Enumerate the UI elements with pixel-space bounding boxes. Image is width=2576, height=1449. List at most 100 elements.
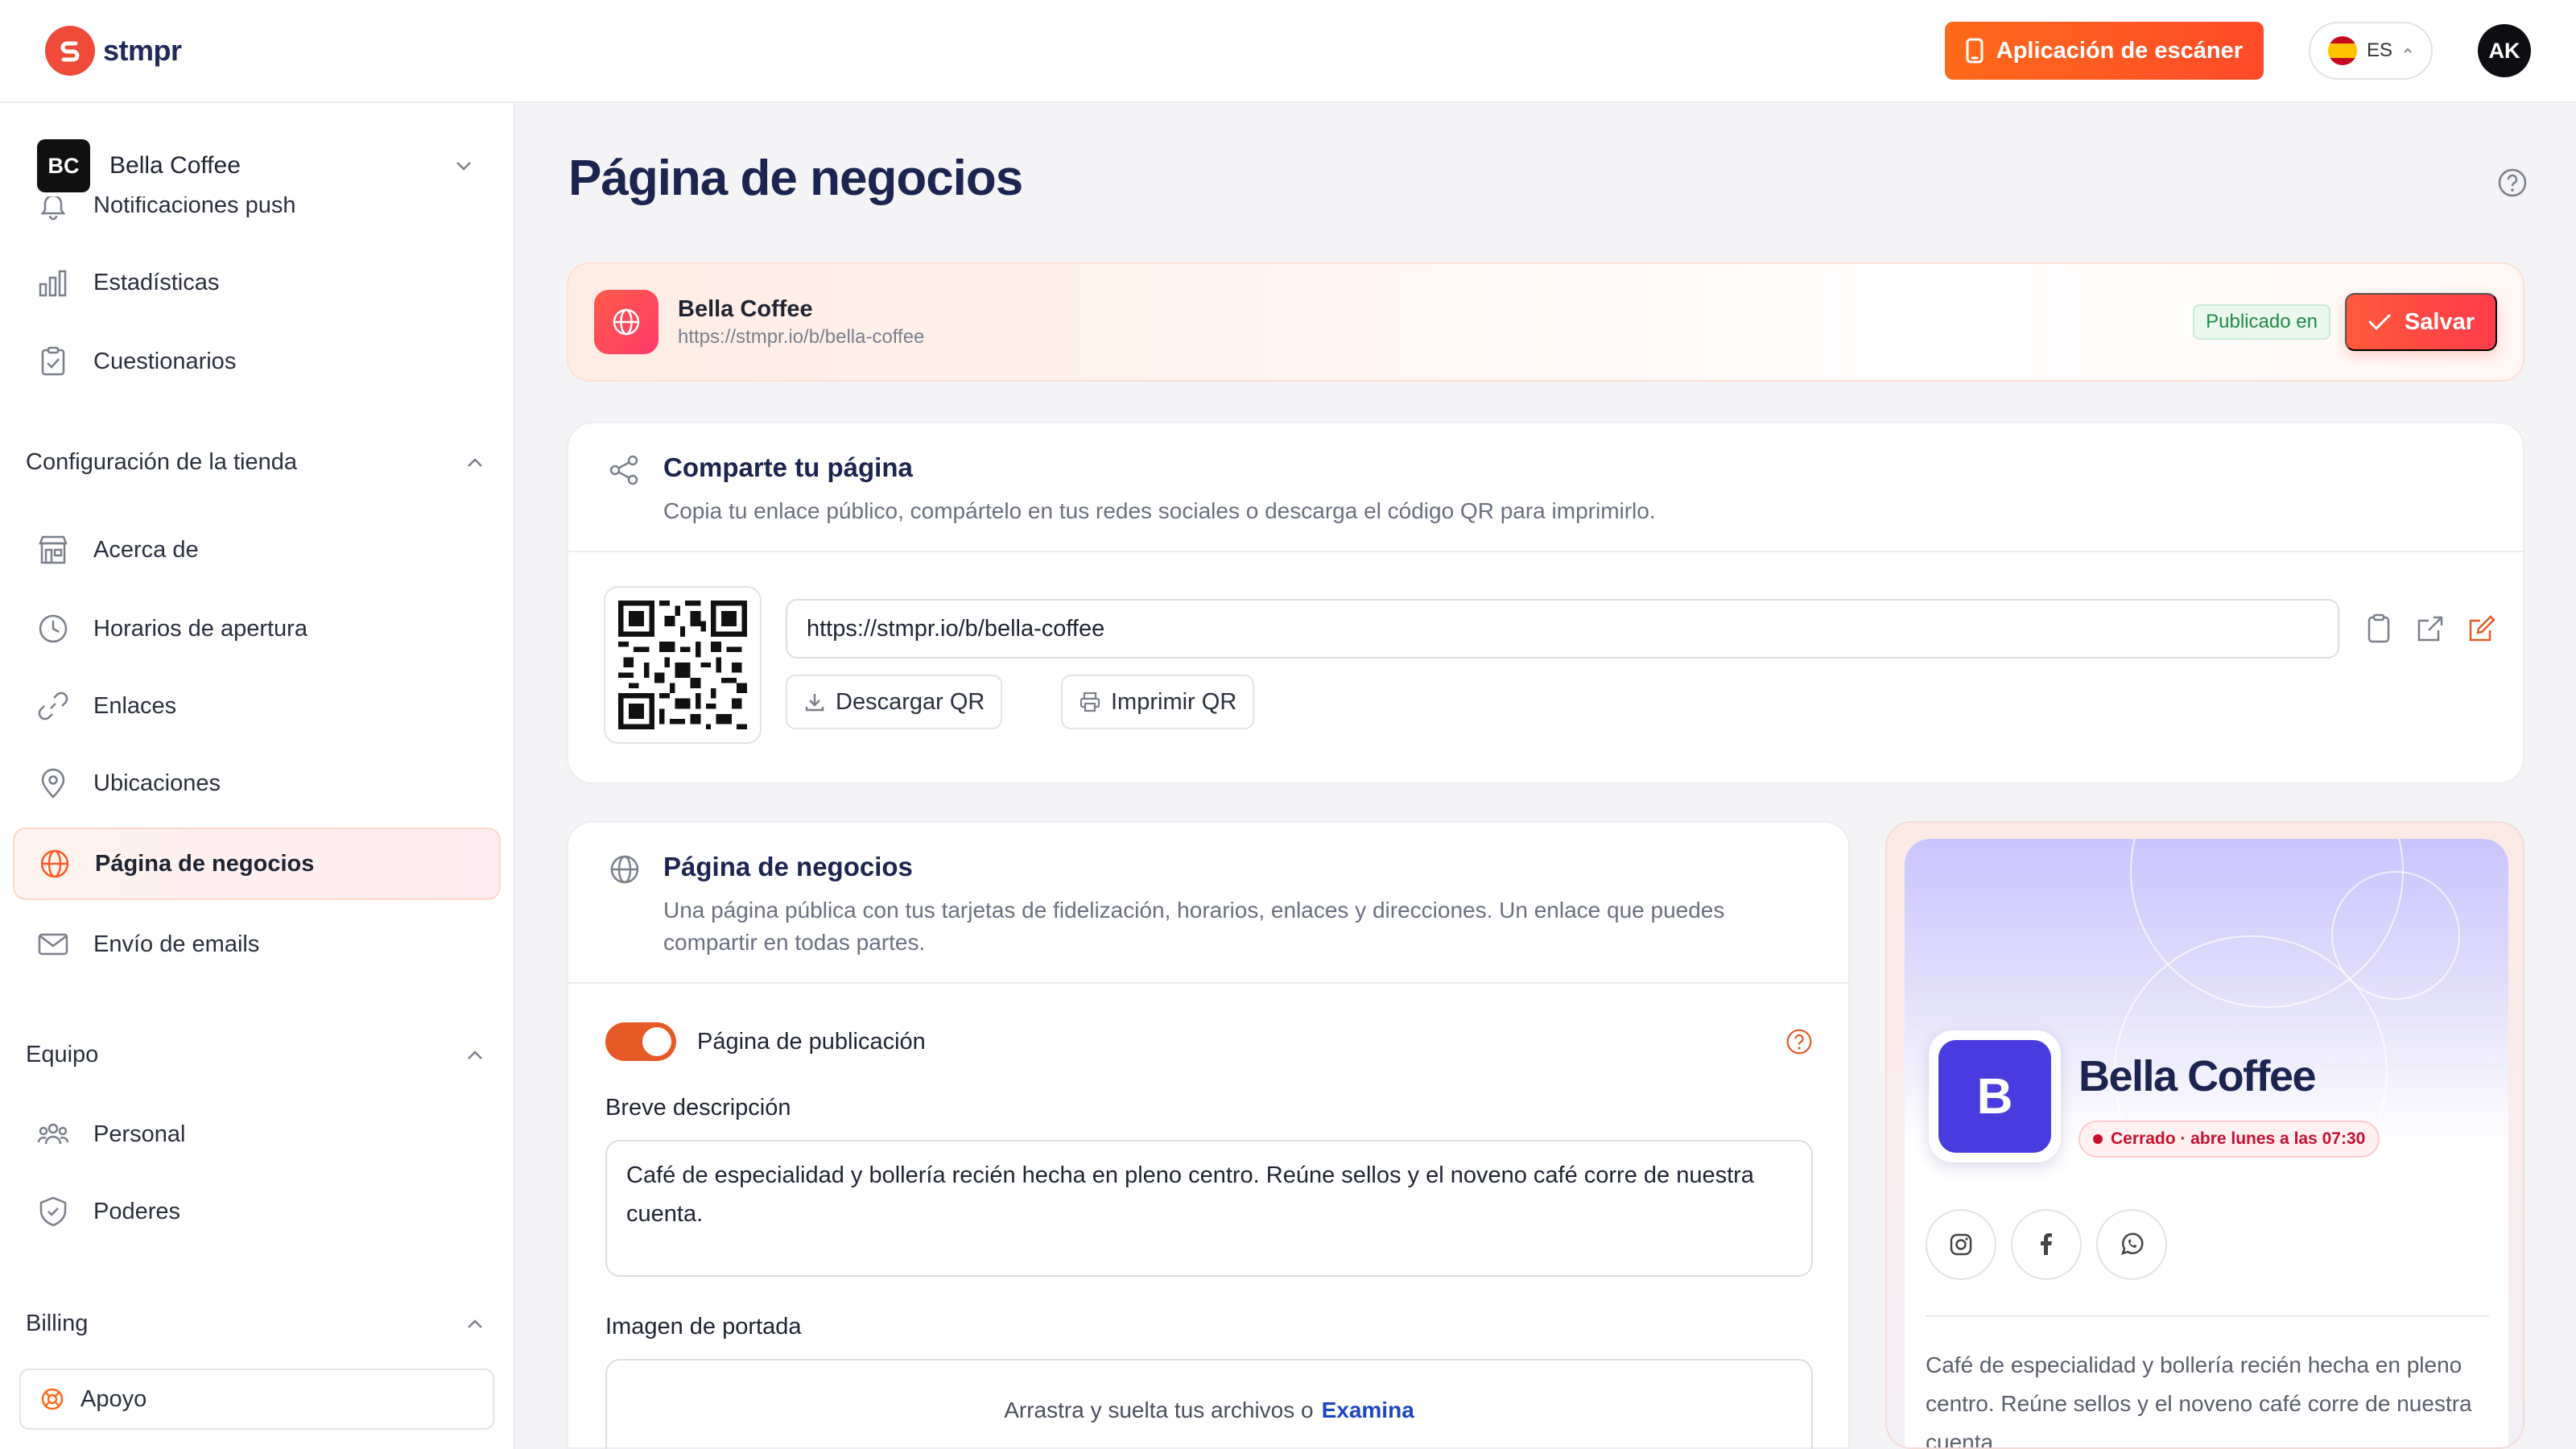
- dropzone-text: Arrastra y suelta tus archivos o: [1004, 1397, 1314, 1422]
- download-qr-label: Descargar QR: [836, 688, 985, 715]
- chevron-up-icon: [468, 1050, 482, 1059]
- sidebar-item-questionnaires[interactable]: Cuestionarios: [13, 325, 501, 398]
- sidebar-item-statistics[interactable]: Estadísticas: [13, 246, 501, 319]
- preview-status-badge: Cerrado · abre lunes a las 07:30: [2079, 1121, 2380, 1158]
- lifebuoy-icon: [41, 1388, 64, 1410]
- business-page-preview: B Bella Coffee Cerrado · abre lunes a la…: [1885, 821, 2524, 1449]
- whatsapp-icon[interactable]: [2096, 1209, 2167, 1280]
- cover-image-dropzone[interactable]: Arrastra y suelta tus archivos o Examina: [605, 1359, 1813, 1449]
- section-title: Billing: [26, 1311, 89, 1336]
- browse-link[interactable]: Examina: [1322, 1397, 1414, 1423]
- sidebar-item-label: Acerca de: [93, 536, 199, 563]
- copy-button[interactable]: [2360, 610, 2397, 647]
- facebook-icon[interactable]: [2011, 1209, 2082, 1280]
- preview-logo-letter: B: [1938, 1040, 2051, 1153]
- business-page-card: Página de negocios Una página pública co…: [567, 821, 1850, 1449]
- open-link-button[interactable]: [2412, 610, 2449, 647]
- chevron-down-icon: [456, 162, 471, 171]
- help-icon[interactable]: [1785, 1028, 1813, 1055]
- preview-business-name: Bella Coffee: [2079, 1052, 2317, 1100]
- public-url-input[interactable]: https://stmpr.io/b/bella-coffee: [786, 599, 2339, 658]
- sidebar-item-business-page[interactable]: Página de negocios: [13, 828, 501, 900]
- sidebar-item-label: Página de negocios: [95, 850, 315, 877]
- sidebar-item-opening-hours[interactable]: Horarios de apertura: [13, 592, 501, 665]
- users-icon: [37, 1123, 69, 1145]
- instagram-icon[interactable]: [1926, 1209, 1996, 1280]
- edit-link-button[interactable]: [2463, 610, 2500, 647]
- share-card: Comparte tu página Copia tu enlace públi…: [567, 422, 2524, 784]
- clock-icon: [39, 614, 68, 643]
- sidebar-item-about[interactable]: Acerca de: [13, 514, 501, 586]
- short-description-field[interactable]: Café de especialidad y bollería recién h…: [605, 1140, 1813, 1277]
- share-title: Comparte tu página: [663, 452, 913, 482]
- chevron-up-icon: [468, 1319, 482, 1328]
- sidebar-item-label: Ubicaciones: [93, 770, 221, 796]
- download-icon: [805, 694, 824, 712]
- page-title: Página de negocios: [568, 151, 1023, 206]
- sidebar-item-links[interactable]: Enlaces: [13, 670, 501, 742]
- sidebar-item-locations[interactable]: Ubicaciones: [13, 747, 501, 819]
- subtitle-line: Una página pública con tus tarjetas de f…: [663, 898, 1725, 923]
- sidebar-item-email-sending[interactable]: Envío de emails: [13, 908, 501, 980]
- chevron-up-icon: [468, 457, 482, 467]
- qr-code-image: [618, 601, 747, 729]
- sidebar-item-label: Envío de emails: [93, 931, 260, 957]
- logo-text: stmpr: [103, 34, 182, 67]
- save-label: Salvar: [2404, 308, 2475, 335]
- preview-description-line: centro. Reúne sellos y el noveno café co…: [1926, 1391, 2472, 1416]
- help-icon[interactable]: [2497, 167, 2528, 198]
- mail-icon: [38, 933, 68, 956]
- scanner-app-button[interactable]: Aplicación de escáner: [1944, 22, 2264, 80]
- cover-image-label: Imagen de portada: [605, 1314, 802, 1340]
- user-avatar[interactable]: AK: [2478, 24, 2531, 77]
- business-name: Bella Coffee: [109, 152, 241, 179]
- sidebar: Notificaciones push BC Bella Coffee Esta…: [0, 103, 515, 1449]
- divider: [1926, 1315, 2489, 1317]
- language-code: ES: [2366, 39, 2392, 61]
- shield-icon: [39, 1196, 67, 1227]
- chevron-up-icon: [2404, 47, 2412, 53]
- section-billing[interactable]: Billing: [26, 1311, 485, 1337]
- store-icon: [39, 535, 68, 564]
- publish-business-name: Bella Coffee: [678, 295, 813, 322]
- sidebar-item-label: Horarios de apertura: [93, 615, 308, 642]
- business-badge: BC: [37, 139, 90, 192]
- sidebar-item-permissions[interactable]: Poderes: [13, 1175, 501, 1248]
- sidebar-item-label: Enlaces: [93, 692, 177, 719]
- section-title: Configuración de la tienda: [26, 449, 297, 475]
- edit-icon: [2469, 615, 2496, 642]
- share-icon: [609, 455, 638, 485]
- top-bar: stmpr Aplicación de escáner ES AK: [0, 0, 2576, 103]
- publish-url: https://stmpr.io/b/bella-coffee: [678, 325, 925, 348]
- publish-bar: Bella Coffee https://stmpr.io/b/bella-co…: [567, 262, 2524, 382]
- business-switcher[interactable]: BC Bella Coffee: [37, 135, 480, 196]
- phone-icon: [1966, 38, 1984, 64]
- language-selector[interactable]: ES: [2309, 22, 2433, 80]
- sidebar-item-label: Personal: [93, 1121, 186, 1147]
- section-title: Equipo: [26, 1042, 99, 1067]
- section-store-config[interactable]: Configuración de la tienda: [26, 449, 485, 476]
- support-button[interactable]: Apoyo: [19, 1368, 494, 1430]
- print-qr-label: Imprimir QR: [1111, 688, 1237, 715]
- clipboard-icon: [2368, 613, 2390, 643]
- brand-logo[interactable]: stmpr: [45, 26, 182, 76]
- section-team[interactable]: Equipo: [26, 1042, 485, 1068]
- globe-icon: [594, 290, 658, 354]
- sidebar-item-staff[interactable]: Personal: [13, 1098, 501, 1170]
- clipboard-icon: [41, 346, 65, 376]
- save-button[interactable]: Salvar: [2344, 293, 2497, 351]
- short-description-label: Breve descripción: [605, 1095, 791, 1121]
- print-qr-button[interactable]: Imprimir QR: [1061, 675, 1255, 729]
- globe-icon: [610, 855, 639, 884]
- publish-toggle[interactable]: [605, 1022, 676, 1061]
- share-subtitle: Copia tu enlace público, compártelo en t…: [663, 498, 1656, 523]
- link-icon: [38, 691, 68, 720]
- qr-code: [604, 586, 762, 744]
- publish-toggle-label: Página de publicación: [697, 1028, 926, 1055]
- sidebar-item-label: Estadísticas: [93, 269, 220, 295]
- printer-icon: [1080, 691, 1100, 712]
- preview-description: Café de especialidad y bollería recién h…: [1926, 1346, 2489, 1449]
- download-qr-button[interactable]: Descargar QR: [786, 675, 1003, 729]
- status-badge: Publicado en: [2193, 304, 2330, 340]
- preview-description-line: cuenta.: [1926, 1430, 2000, 1449]
